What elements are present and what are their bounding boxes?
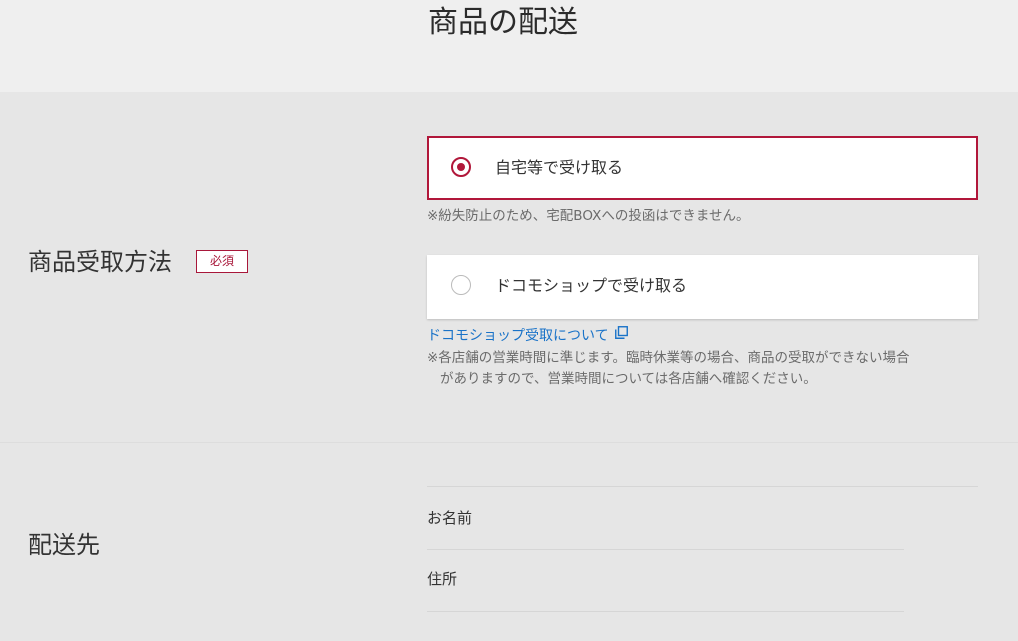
- required-badge: 必須: [196, 250, 248, 273]
- shop-pickup-info-link-text: ドコモショップ受取について: [427, 328, 609, 344]
- delivery-label: 配送先: [28, 531, 100, 559]
- external-window-icon: [614, 325, 628, 345]
- field-divider: [427, 549, 904, 550]
- option-home-delivery[interactable]: 自宅等で受け取る: [427, 136, 978, 200]
- radio-selected-icon[interactable]: [451, 157, 471, 177]
- cut-off-link-fragment: [427, 632, 527, 641]
- radio-dot-icon: [457, 163, 465, 171]
- field-divider: [427, 486, 978, 487]
- shop-pickup-note: ※各店舗の営業時間に準じます。臨時休業等の場合、商品の受取ができない場合 があり…: [427, 348, 987, 390]
- option-home-delivery-label: 自宅等で受け取る: [495, 158, 624, 177]
- shop-pickup-note-line1: ※各店舗の営業時間に準じます。臨時休業等の場合、商品の受取ができない場合: [427, 350, 910, 366]
- field-divider: [427, 611, 904, 612]
- name-field-label: お名前: [427, 509, 473, 527]
- shop-pickup-info-link[interactable]: ドコモショップ受取について: [427, 325, 628, 346]
- receive-method-label: 商品受取方法: [28, 248, 172, 276]
- shop-pickup-note-line2: がありますので、営業時間については各店舗へ確認ください。: [440, 371, 817, 387]
- radio-unselected-icon[interactable]: [451, 275, 471, 295]
- home-delivery-note: ※紛失防止のため、宅配BOXへの投函はできません。: [427, 208, 750, 224]
- option-shop-pickup[interactable]: ドコモショップで受け取る: [427, 255, 978, 319]
- address-field-label: 住所: [427, 570, 458, 588]
- option-shop-pickup-label: ドコモショップで受け取る: [495, 276, 688, 295]
- page-title: 商品の配送: [428, 5, 578, 40]
